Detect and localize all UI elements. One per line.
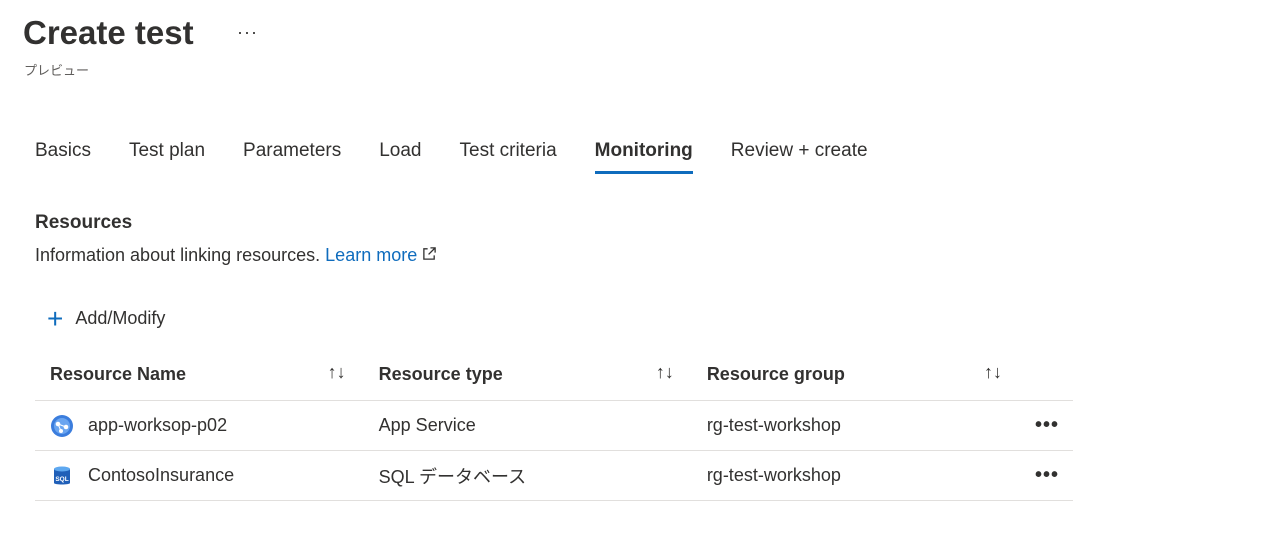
resource-group: rg-test-workshop: [691, 400, 1020, 451]
column-header-group[interactable]: Resource group ↑↓: [691, 348, 1020, 401]
plus-icon: +: [47, 302, 64, 334]
table-header: Resource Name ↑↓ Resource type ↑↓ Resource…: [35, 348, 1073, 401]
page-subtitle: プレビュー: [24, 63, 90, 78]
page-title: Create test: [23, 14, 194, 51]
tab-load[interactable]: Load: [379, 140, 421, 174]
resource-group: rg-test-workshop: [691, 450, 1020, 501]
tab-parameters[interactable]: Parameters: [243, 140, 341, 174]
app-service-icon: [51, 414, 73, 437]
column-header-type[interactable]: Resource type ↑↓: [363, 348, 692, 401]
info-text: Information about linking resources. Lea…: [35, 245, 437, 266]
sort-icon[interactable]: ↑↓: [656, 362, 674, 383]
svg-text:SQL: SQL: [55, 476, 68, 483]
row-more-button[interactable]: •••: [1019, 450, 1073, 501]
sort-icon[interactable]: ↑↓: [328, 362, 346, 383]
resource-type: SQL データベース: [363, 450, 692, 501]
tab-test-plan[interactable]: Test plan: [129, 140, 205, 174]
sql-database-icon: SQL: [54, 466, 70, 484]
tab-test-criteria[interactable]: Test criteria: [460, 140, 557, 174]
table-row[interactable]: app-worksop-p02 App Service rg-test-work…: [35, 400, 1073, 451]
resources-table: Resource Name ↑↓ Resource type ↑↓ Resource…: [35, 348, 1073, 501]
resource-name: app-worksop-p02: [88, 414, 228, 435]
sort-icon[interactable]: ↑↓: [984, 362, 1002, 383]
learn-more-link[interactable]: Learn more: [325, 245, 437, 265]
tab-basics[interactable]: Basics: [35, 140, 91, 174]
table-row[interactable]: SQL ContosoInsurance SQL データベース rg-test-w…: [35, 450, 1073, 501]
tab-monitoring[interactable]: Monitoring: [594, 140, 693, 174]
external-link-icon: [423, 247, 437, 260]
resource-name: ContosoInsurance: [88, 464, 235, 485]
row-more-button[interactable]: •••: [1019, 400, 1073, 451]
resource-type: App Service: [363, 400, 692, 451]
more-options-button[interactable]: ···: [237, 22, 258, 43]
info-label: Information about linking resources.: [35, 245, 321, 265]
tab-review-create[interactable]: Review + create: [731, 140, 868, 174]
add-modify-label: Add/Modify: [75, 308, 166, 328]
add-modify-button[interactable]: + Add/Modify: [47, 302, 166, 334]
tab-bar: Basics Test plan Parameters Load Test cr…: [35, 140, 906, 174]
column-header-name[interactable]: Resource Name ↑↓: [35, 348, 364, 401]
section-heading: Resources: [35, 212, 133, 233]
